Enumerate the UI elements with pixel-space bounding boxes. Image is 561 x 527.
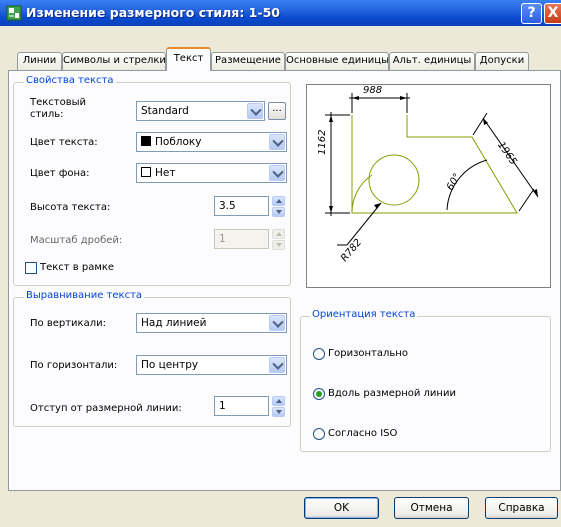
tab-fit[interactable]: Размещение [211,52,285,70]
dimension-style-dialog: Изменение размерного стиля: 1-50 ? X Лин… [0,0,561,527]
text-color-select[interactable]: Поблоку [136,132,287,152]
text-color-value: Поблоку [155,136,202,148]
window-title: Изменение размерного стиля: 1-50 [26,5,280,20]
offset-spinner[interactable] [272,396,285,418]
fill-color-value: Нет [155,167,176,179]
dimension-preview: 988 1162 1965 60° R782 [306,84,551,288]
spin-down-icon[interactable] [272,207,285,217]
orientation-aligned-radio[interactable] [313,388,325,400]
spin-down-icon[interactable] [272,407,285,417]
title-bar[interactable]: Изменение размерного стиля: 1-50 ? X [0,0,561,26]
frame-text-checkbox[interactable] [25,262,37,274]
orientation-horizontal-radio[interactable] [313,348,325,360]
orientation-iso-label: Согласно ISO [328,428,398,439]
dim-label-left: 1162 [317,129,328,155]
text-alignment-legend: Выравнивание текста [24,290,145,301]
vertical-select[interactable]: Над линией [136,313,287,333]
close-button[interactable]: X [544,3,561,24]
chevron-down-icon[interactable] [247,103,263,119]
text-properties-legend: Свойства текста [24,75,116,86]
offset-label: Отступ от размерной линии: [30,403,182,414]
offset-input[interactable]: 1 [214,396,269,416]
vertical-label: По вертикали: [30,318,106,329]
orientation-iso-radio[interactable] [313,428,325,440]
help-button[interactable]: Справка [485,497,558,519]
part-circle [368,154,420,206]
vertical-value: Над линией [141,317,207,329]
fraction-scale-input[interactable]: 1 [214,229,269,249]
text-style-label-line2: стиль: [30,109,64,120]
tab-text[interactable]: Текст [166,47,211,71]
cancel-button[interactable]: Отмена [394,497,469,519]
text-style-browse-button[interactable]: ... [268,102,286,120]
app-icon [6,5,22,21]
dim-label-top: 988 [363,85,383,96]
text-height-input[interactable]: 3.5 [214,196,269,216]
fraction-scale-spinner[interactable] [272,229,285,251]
ok-button[interactable]: OK [304,497,379,519]
spin-up-icon[interactable] [272,396,285,406]
tab-lines[interactable]: Линии [17,52,62,70]
fill-color-label: Цвет фона: [30,168,90,179]
color-swatch-black [141,136,151,146]
text-height-label: Высота текста: [30,202,111,213]
chevron-down-icon[interactable] [269,315,285,331]
spin-up-icon[interactable] [272,196,285,206]
chevron-down-icon[interactable] [269,134,285,150]
text-style-select[interactable]: Standard [136,101,265,121]
chevron-down-icon[interactable] [269,357,285,373]
horizontal-label: По горизонтали: [30,360,118,371]
horizontal-select[interactable]: По центру [136,355,287,375]
text-orientation-legend: Ориентация текста [310,309,418,320]
fill-color-select[interactable]: Нет [136,163,287,183]
horizontal-value: По центру [141,359,199,371]
text-style-value: Standard [141,105,189,117]
tab-tolerances[interactable]: Допуски [475,52,529,70]
frame-text-label: Текст в рамке [40,262,115,273]
text-color-label: Цвет текста: [30,137,98,148]
orientation-aligned-label: Вдоль размерной линии [328,388,456,399]
tab-alternate-units[interactable]: Альт. единицы [389,52,475,70]
tab-primary-units[interactable]: Основные единицы [285,52,389,70]
help-title-button[interactable]: ? [521,3,542,24]
text-style-label-line1: Текстовый [30,97,87,108]
chevron-down-icon[interactable] [269,165,285,181]
tab-symbols-arrows[interactable]: Символы и стрелки [62,52,166,70]
spin-up-icon[interactable] [272,229,285,239]
fraction-scale-label: Масштаб дробей: [30,235,123,246]
text-height-spinner[interactable] [272,196,285,218]
spin-down-icon[interactable] [272,240,285,250]
color-swatch-none [141,167,151,177]
orientation-horizontal-label: Горизонтально [328,348,408,359]
